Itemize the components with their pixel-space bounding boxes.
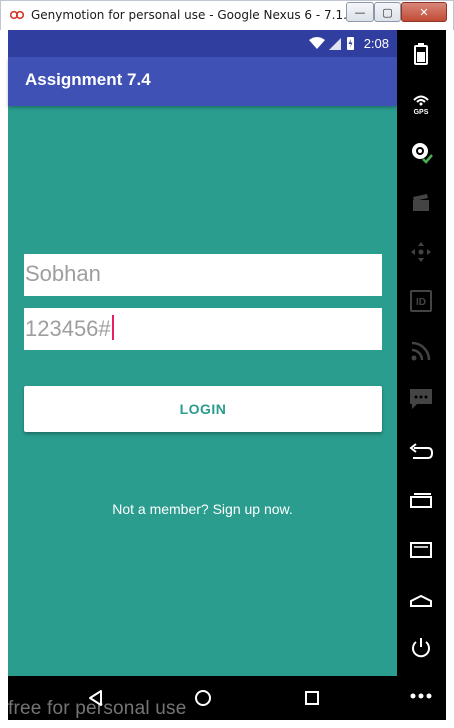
window-close-button[interactable]: ✕ (401, 2, 447, 22)
more-icon (410, 693, 432, 699)
sms-button[interactable] (406, 384, 436, 414)
recent-apps-icon (410, 493, 432, 508)
signup-link[interactable]: Not a member? Sign up now. (8, 501, 397, 517)
status-time: 2:08 (363, 36, 389, 51)
window-titlebar: Genymotion for personal use - Google Nex… (0, 0, 454, 30)
back-icon (409, 443, 433, 459)
gps-icon: GPS (413, 95, 429, 116)
status-icons (309, 37, 354, 50)
svg-text:GPS: GPS (414, 109, 429, 116)
nav-home-button[interactable] (191, 686, 215, 710)
gps-button[interactable]: GPS (406, 89, 436, 119)
id-icon: ID (410, 290, 432, 312)
rss-button[interactable] (406, 336, 436, 366)
app-title: Assignment 7.4 (25, 70, 151, 89)
action-bar: Assignment 7.4 (8, 57, 397, 106)
menu-icon (410, 542, 432, 558)
login-button[interactable]: LOGIN (24, 386, 382, 432)
media-icon (413, 194, 429, 211)
sms-icon (410, 389, 432, 409)
more-button[interactable] (406, 681, 436, 711)
password-value: 123456# (25, 316, 111, 341)
status-bar: 2:08 (8, 30, 397, 57)
media-button[interactable] (406, 188, 436, 218)
dpad-button[interactable] (406, 237, 436, 267)
back-button[interactable] (406, 437, 436, 467)
nav-recent-icon (305, 691, 319, 705)
dpad-icon (411, 242, 431, 262)
menu-button[interactable] (406, 535, 436, 565)
username-value: Sobhan (25, 261, 101, 286)
power-icon (412, 638, 430, 658)
rss-icon (411, 341, 431, 361)
nav-recent-button[interactable] (300, 686, 324, 710)
recent-apps-button[interactable] (406, 485, 436, 515)
window-title: Genymotion for personal use - Google Nex… (31, 8, 378, 22)
home-icon (410, 594, 432, 607)
genymotion-app-icon (10, 10, 24, 20)
webcam-icon (412, 143, 433, 164)
battery-button[interactable] (406, 39, 436, 69)
login-screen: Sobhan 123456# LOGIN Not a member? Sign … (8, 106, 397, 676)
home-button[interactable] (406, 585, 436, 615)
password-field[interactable]: 123456# (24, 308, 382, 350)
nav-home-icon (195, 690, 211, 706)
genymotion-sidebar: GPS ID (397, 30, 446, 720)
svg-text:ID: ID (416, 297, 426, 308)
username-field[interactable]: Sobhan (24, 254, 382, 296)
signal-icon (329, 38, 341, 50)
window-minimize-button[interactable]: — (346, 2, 374, 22)
id-button[interactable]: ID (406, 286, 436, 316)
personal-use-watermark: free for personal use (8, 698, 187, 719)
window-maximize-button[interactable]: ▢ (374, 2, 401, 22)
text-cursor (111, 315, 114, 340)
wifi-icon (309, 37, 325, 49)
webcam-button[interactable] (406, 138, 436, 168)
power-button[interactable] (406, 633, 436, 663)
battery-icon (414, 43, 428, 65)
